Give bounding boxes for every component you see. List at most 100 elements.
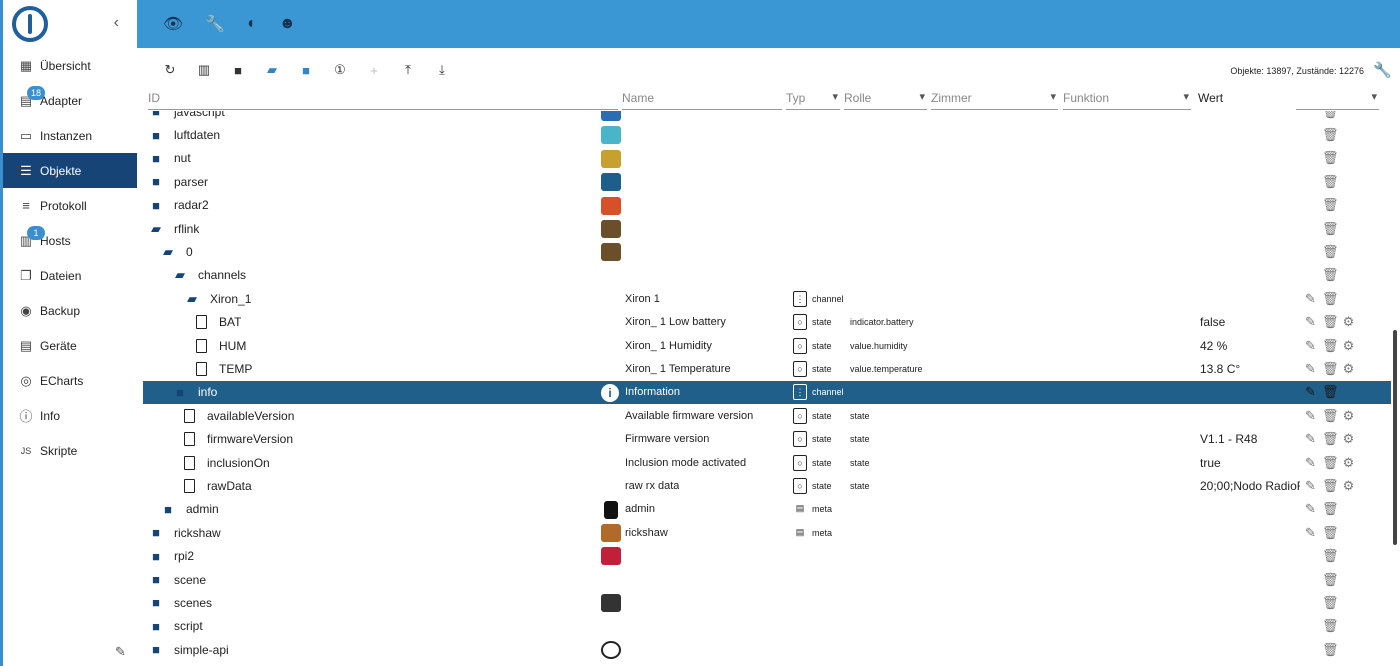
id-cell[interactable]: firmwareVersion: [184, 427, 293, 450]
id-cell[interactable]: inclusionOn: [184, 451, 270, 474]
folder-open-icon[interactable]: ▰: [148, 221, 164, 237]
delete-icon[interactable]: 🗑: [1322, 572, 1337, 588]
sidebar-item-objekte[interactable]: ☰ Objekte: [3, 153, 137, 188]
edit-icon[interactable]: ✎: [1303, 384, 1318, 400]
delete-icon[interactable]: 🗑: [1322, 197, 1337, 213]
edit-icon[interactable]: ✎: [1303, 408, 1318, 424]
id-cell[interactable]: ■ rickshaw: [148, 521, 221, 544]
edit-icon[interactable]: ✎: [1303, 314, 1318, 330]
delete-icon[interactable]: 🗑: [1322, 150, 1337, 166]
folder-icon[interactable]: ■: [148, 525, 164, 540]
value-cell[interactable]: 20;00;Nodo RadioFrequencyLink: [1200, 474, 1300, 497]
id-cell[interactable]: ■ scenes: [148, 591, 212, 614]
id-cell[interactable]: ■ script: [148, 615, 203, 638]
id-cell[interactable]: ■ info: [172, 381, 217, 404]
folder-icon[interactable]: ■: [148, 595, 164, 610]
table-row[interactable]: ■ scene 🗑: [143, 568, 1391, 591]
sidebar-item-skripte[interactable]: JS Skripte: [3, 433, 137, 468]
download-icon[interactable]: ⤓: [425, 62, 459, 78]
expert-mode-icon[interactable]: ☻: [279, 15, 296, 33]
delete-icon[interactable]: 🗑: [1322, 501, 1337, 517]
sidebar-item-backup[interactable]: ◉ Backup: [3, 293, 137, 328]
edit-icon[interactable]: ✎: [1303, 525, 1318, 541]
folder-icon[interactable]: ■: [221, 63, 255, 78]
sidebar-item-echarts[interactable]: ◎ ECharts: [3, 363, 137, 398]
folder-icon[interactable]: ■: [148, 174, 164, 189]
edit-icon[interactable]: ✎: [1303, 455, 1318, 471]
folder-open-icon[interactable]: ▰: [172, 267, 188, 283]
id-cell[interactable]: ▰ channels: [172, 264, 246, 287]
table-row[interactable]: ■ javascript 🗑: [143, 111, 1391, 123]
table-row[interactable]: ■ simple-api 🗑: [143, 638, 1391, 661]
id-cell[interactable]: ■ admin: [160, 498, 219, 521]
sidebar-item-protokoll[interactable]: ≡ Protokoll: [3, 188, 137, 223]
table-row[interactable]: ▰ 0 🗑: [143, 240, 1391, 263]
folder-icon[interactable]: ■: [148, 198, 164, 213]
refresh-icon[interactable]: ↻: [153, 62, 187, 78]
delete-icon[interactable]: 🗑: [1322, 244, 1337, 260]
id-cell[interactable]: ■ nut: [148, 147, 191, 170]
table-row[interactable]: ■ scenes 🗑: [143, 591, 1391, 614]
folder-icon[interactable]: ■: [148, 549, 164, 564]
zimmer-filter-select[interactable]: Zimmer: [931, 86, 1058, 110]
folder-icon[interactable]: ■: [148, 642, 164, 657]
table-scrollbar[interactable]: [1393, 330, 1397, 545]
value-cell[interactable]: 13.8 C°: [1200, 357, 1300, 380]
theme-icon[interactable]: ◐: [247, 15, 257, 33]
depth-level-icon[interactable]: ①: [323, 62, 357, 78]
wrench-icon[interactable]: 🔧: [205, 14, 225, 34]
id-cell[interactable]: TEMP: [196, 357, 252, 380]
delete-icon[interactable]: 🗑: [1322, 174, 1337, 190]
folder-icon[interactable]: ■: [148, 572, 164, 587]
table-row[interactable]: availableVersion Available firmware versi…: [143, 404, 1391, 427]
id-cell[interactable]: ■ javascript: [148, 111, 225, 123]
table-row[interactable]: ■ nut 🗑: [143, 147, 1391, 170]
id-cell[interactable]: HUM: [196, 334, 246, 357]
id-cell[interactable]: ▰ Xiron_1: [184, 287, 251, 310]
add-icon[interactable]: +: [357, 63, 391, 78]
id-cell[interactable]: ▰ 0: [160, 240, 193, 263]
sidebar-item-hosts[interactable]: ▥ Hosts 1: [3, 223, 137, 258]
folder-collapse-icon[interactable]: ■: [289, 63, 323, 78]
table-row[interactable]: BAT Xiron_ 1 Low battery ○ state indicator.b…: [143, 311, 1391, 334]
table-row[interactable]: ■ radar2 🗑: [143, 194, 1391, 217]
extra-filter-select[interactable]: [1296, 86, 1379, 110]
table-row[interactable]: ■ script 🗑: [143, 615, 1391, 638]
edit-icon[interactable]: ✎: [1303, 478, 1318, 494]
sidebar-item-adapter[interactable]: ▤ Adapter 18: [3, 83, 137, 118]
table-row[interactable]: ▰ Xiron_1 Xiron 1 ⋮ channel ✎ 🗑: [143, 287, 1391, 310]
table-row[interactable]: HUM Xiron_ 1 Humidity ○ state value.humidity…: [143, 334, 1391, 357]
table-row[interactable]: inclusionOn Inclusion mode activated ○ stat…: [143, 451, 1391, 474]
delete-icon[interactable]: 🗑: [1322, 127, 1337, 143]
value-cell[interactable]: false: [1200, 311, 1300, 334]
table-row[interactable]: ▰ rflink 🗑: [143, 217, 1391, 240]
edit-icon[interactable]: ✎: [1303, 431, 1318, 447]
table-row[interactable]: ■ parser 🗑: [143, 170, 1391, 193]
id-cell[interactable]: BAT: [196, 311, 241, 334]
table-row[interactable]: ▰ channels 🗑: [143, 264, 1391, 287]
delete-icon[interactable]: 🗑: [1322, 291, 1337, 307]
id-cell[interactable]: availableVersion: [184, 404, 294, 427]
table-row[interactable]: ■ rpi2 🗑: [143, 544, 1391, 567]
sidebar-item-info[interactable]: ⓘ Info: [3, 398, 137, 433]
table-row[interactable]: rawData raw rx data ○ state state 20;00;Nodo …: [143, 474, 1391, 497]
table-row[interactable]: ■ admin admin ▤ meta ✎ 🗑: [143, 498, 1391, 521]
delete-icon[interactable]: 🗑: [1322, 408, 1339, 424]
folder-open-icon[interactable]: ▰: [160, 244, 176, 260]
gear-icon[interactable]: ⚙: [1341, 431, 1356, 447]
folder-icon[interactable]: ■: [148, 111, 164, 119]
id-cell[interactable]: ■ luftdaten: [148, 123, 220, 146]
table-row[interactable]: ■ rickshaw rickshaw ▤ meta ✎ 🗑: [143, 521, 1391, 544]
delete-icon[interactable]: 🗑: [1322, 314, 1339, 330]
id-cell[interactable]: ■ parser: [148, 170, 208, 193]
typ-filter-select[interactable]: Typ: [786, 86, 840, 110]
delete-icon[interactable]: 🗑: [1322, 595, 1337, 611]
delete-icon[interactable]: 🗑: [1322, 455, 1339, 471]
eye-icon[interactable]: 👁: [163, 14, 183, 34]
gear-icon[interactable]: ⚙: [1341, 314, 1356, 330]
gear-icon[interactable]: ⚙: [1341, 338, 1356, 354]
table-row[interactable]: TEMP Xiron_ 1 Temperature ○ state value.temp…: [143, 357, 1391, 380]
columns-icon[interactable]: ▥: [187, 62, 221, 78]
delete-icon[interactable]: 🗑: [1322, 525, 1337, 541]
table-row[interactable]: firmwareVersion Firmware version ○ state sta…: [143, 427, 1391, 450]
